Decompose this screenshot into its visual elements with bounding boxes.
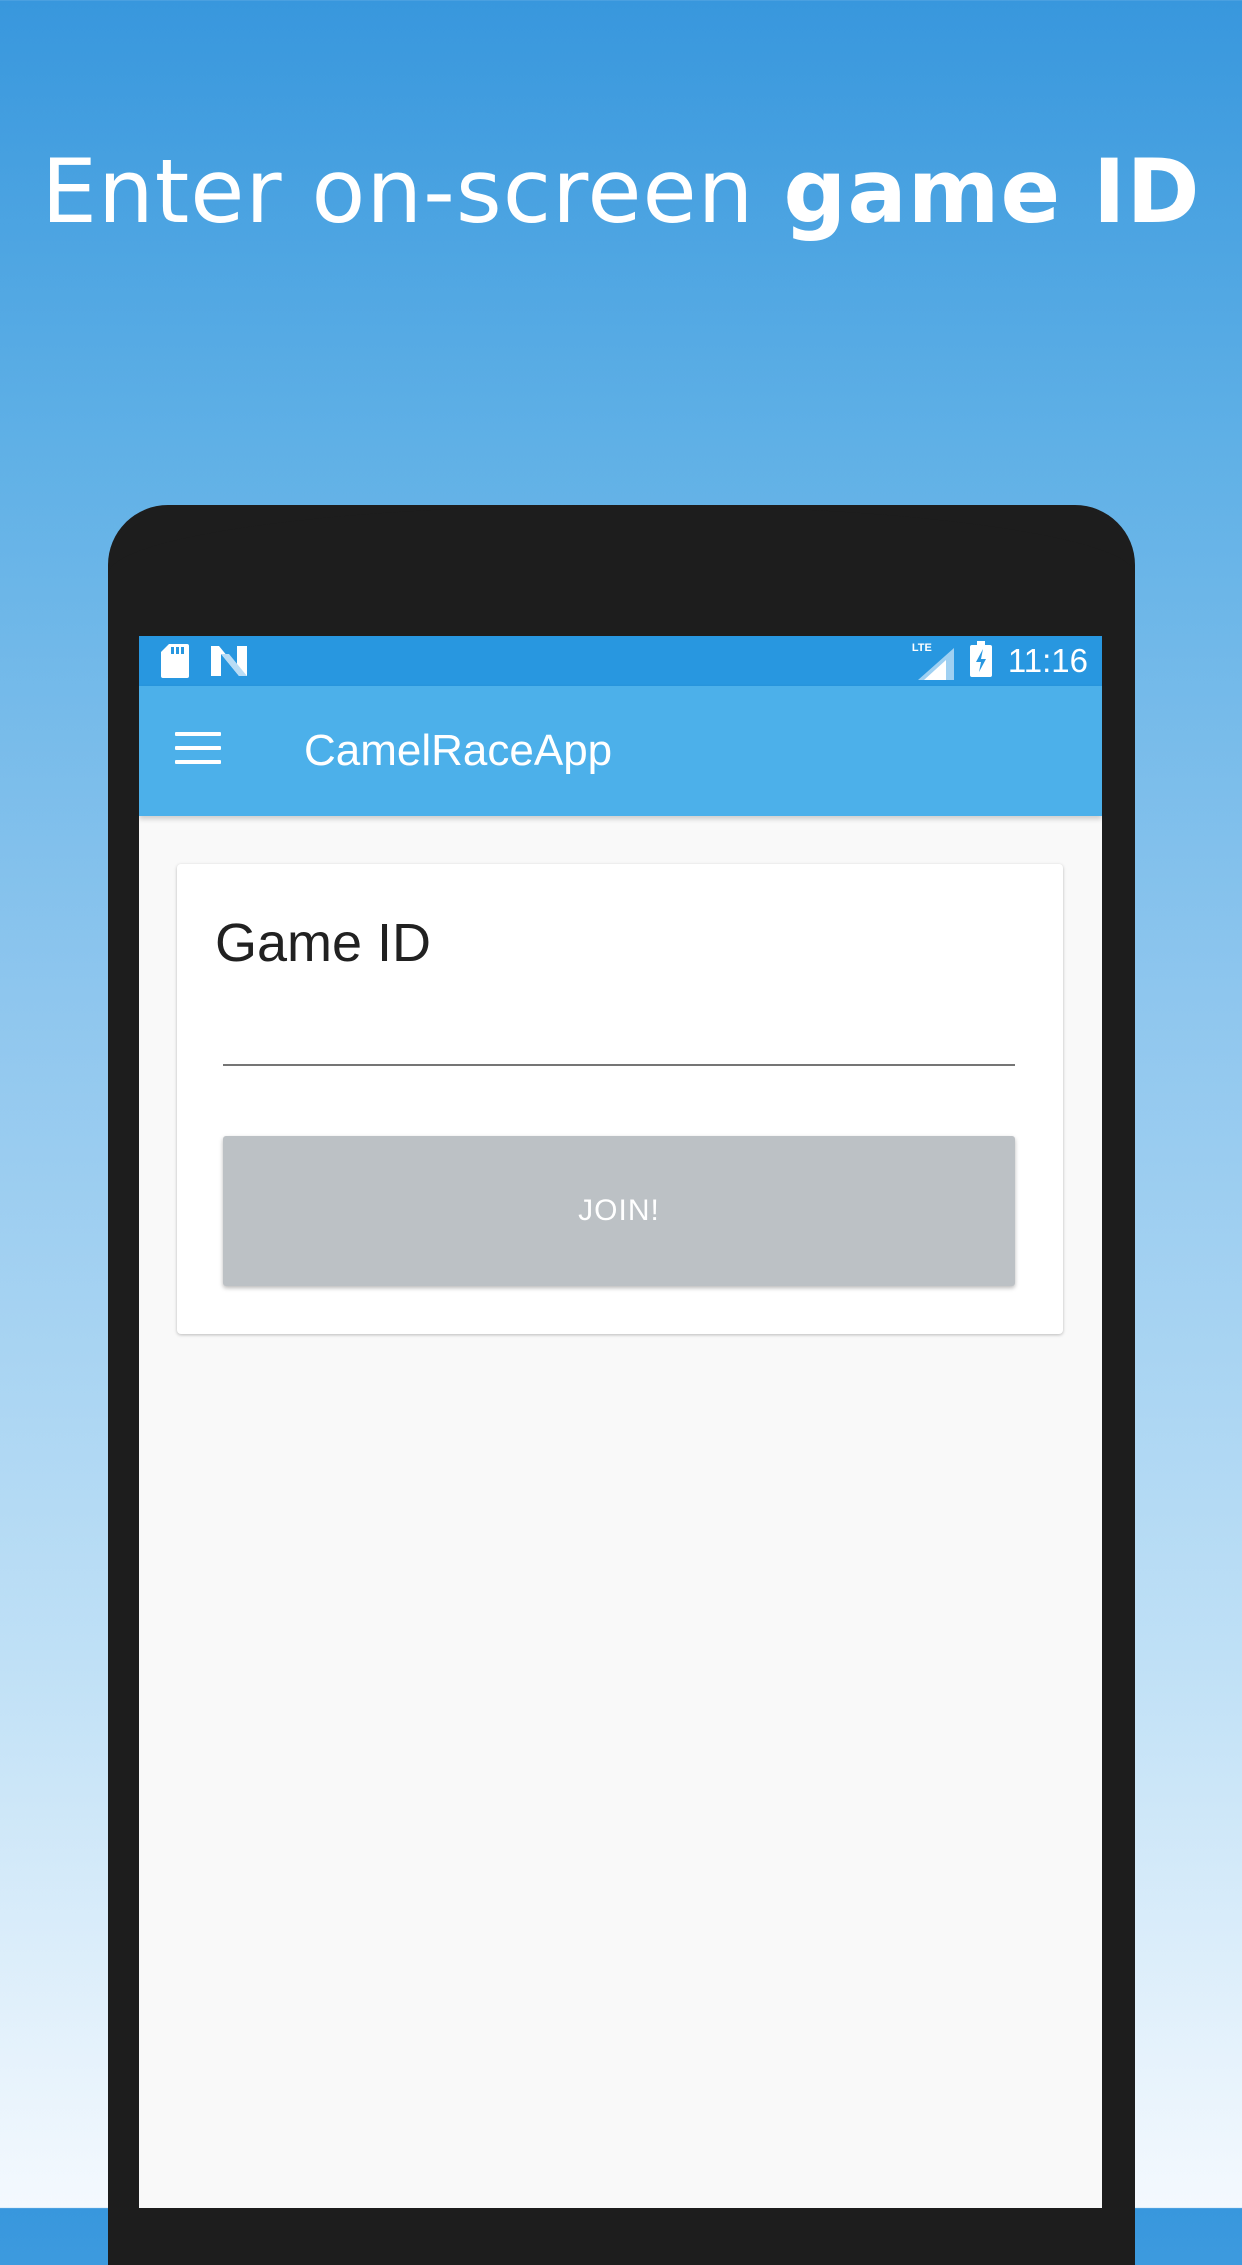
game-id-input[interactable] (223, 1014, 1015, 1066)
lte-signal-icon: LTE (912, 642, 954, 680)
phone-screen: LTE 11:16 CamelRaceApp Game ID JOIN! (139, 636, 1102, 2208)
join-game-card: Game ID JOIN! (177, 864, 1063, 1334)
n-notification-icon (211, 646, 247, 680)
phone-top-bezel (108, 505, 1135, 655)
status-time: 11:16 (1007, 642, 1088, 679)
battery-charging-icon (969, 641, 992, 681)
sd-card-icon (161, 644, 189, 682)
app-title: CamelRaceApp (304, 726, 613, 775)
promo-headline: Enter on-screen game ID (0, 140, 1242, 243)
app-bar: CamelRaceApp (139, 686, 1102, 816)
join-button[interactable]: JOIN! (223, 1136, 1015, 1286)
promo-headline-bold: game ID (783, 140, 1201, 243)
game-id-label: Game ID (215, 913, 432, 973)
status-bar: LTE 11:16 (139, 636, 1102, 686)
promo-headline-regular: Enter on-screen (41, 140, 784, 243)
hamburger-menu-icon[interactable] (175, 732, 221, 766)
